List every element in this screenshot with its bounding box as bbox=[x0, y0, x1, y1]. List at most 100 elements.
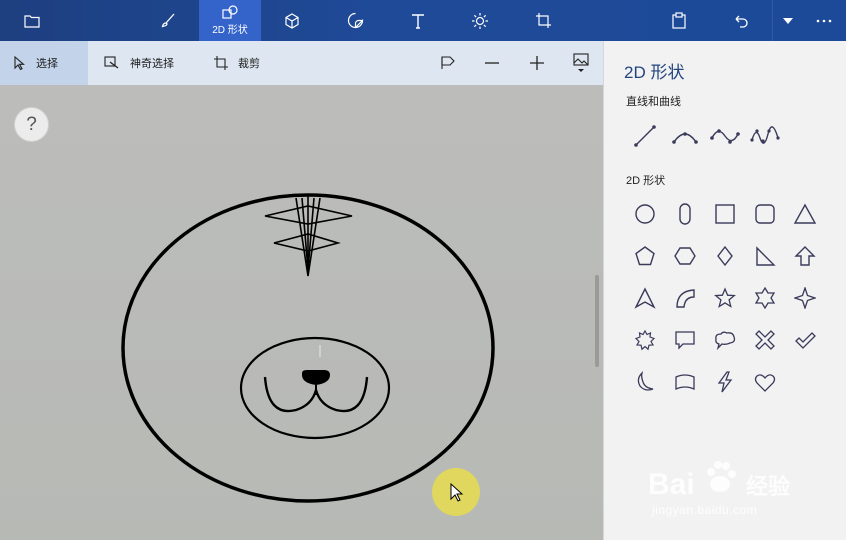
nose bbox=[302, 370, 330, 385]
burst-tool[interactable] bbox=[630, 325, 660, 355]
hexagon-tool[interactable] bbox=[670, 241, 700, 271]
banner-icon bbox=[675, 374, 695, 390]
2d-shapes-icon bbox=[222, 5, 238, 19]
forehead-stripes bbox=[264, 195, 353, 277]
folder-icon bbox=[24, 14, 40, 28]
cross-tool[interactable] bbox=[750, 325, 780, 355]
crop-label: 裁剪 bbox=[238, 58, 260, 70]
square-tool[interactable] bbox=[710, 199, 740, 229]
zoom-in-button[interactable] bbox=[515, 41, 559, 85]
drawing-canvas[interactable]: ? bbox=[0, 85, 603, 540]
s-curve-icon bbox=[710, 129, 740, 144]
top-toolbar: 2D 形状 bbox=[0, 0, 846, 41]
undo-button[interactable] bbox=[719, 0, 763, 41]
menu-button[interactable] bbox=[10, 0, 54, 41]
crop-button[interactable]: 裁剪 bbox=[200, 41, 280, 85]
check-icon bbox=[795, 332, 816, 349]
text-tab[interactable] bbox=[396, 0, 440, 41]
curve-icon bbox=[672, 132, 698, 144]
shapes-section-title: 2D 形状 bbox=[626, 175, 666, 187]
paste-3d-button[interactable] bbox=[657, 0, 701, 41]
3d-shapes-tab[interactable] bbox=[270, 0, 314, 41]
circle-icon bbox=[635, 204, 655, 224]
check-tool[interactable] bbox=[790, 325, 820, 355]
select-label: 选择 bbox=[36, 58, 58, 70]
diamond-tool[interactable] bbox=[710, 241, 740, 271]
canvas-tab[interactable] bbox=[521, 0, 565, 41]
svg-text:Bai: Bai bbox=[648, 468, 695, 501]
line-tool[interactable] bbox=[630, 121, 660, 151]
plus-icon bbox=[530, 56, 544, 70]
flag-button[interactable] bbox=[426, 41, 470, 85]
triangle-tool[interactable] bbox=[790, 199, 820, 229]
star-5-icon bbox=[714, 287, 736, 308]
star-4-tool[interactable] bbox=[790, 283, 820, 313]
diamond-icon bbox=[717, 245, 733, 267]
heart-tool[interactable] bbox=[750, 367, 780, 397]
curve-tool[interactable] bbox=[670, 121, 700, 151]
undo-icon bbox=[735, 15, 748, 28]
line-icon bbox=[634, 125, 656, 147]
sun-icon bbox=[472, 12, 488, 29]
selection-toolbar: 选择 神奇选择 裁剪 bbox=[0, 41, 603, 85]
banner-tool[interactable] bbox=[670, 367, 700, 397]
lightning-tool[interactable] bbox=[710, 367, 740, 397]
arrowhead-icon bbox=[634, 287, 656, 309]
arrow-up-tool[interactable] bbox=[790, 241, 820, 271]
lines-section-title: 直线和曲线 bbox=[626, 96, 681, 108]
vertical-scrollbar[interactable] bbox=[595, 275, 599, 367]
burst-icon bbox=[634, 329, 656, 351]
hexagon-icon bbox=[674, 247, 696, 265]
heart-icon bbox=[754, 374, 776, 392]
capsule-icon bbox=[679, 203, 691, 225]
star-5-tool[interactable] bbox=[710, 283, 740, 313]
stickers-tab[interactable] bbox=[333, 0, 377, 41]
more-button[interactable] bbox=[804, 0, 844, 41]
svg-text:经验: 经验 bbox=[746, 474, 790, 500]
square-icon bbox=[715, 204, 735, 224]
watermark-url: jingyan.baidu.com bbox=[652, 503, 758, 517]
speech-cloud-icon bbox=[715, 331, 736, 351]
pentagon-tool[interactable] bbox=[630, 241, 660, 271]
drawing bbox=[121, 193, 495, 503]
s-curve-tool[interactable] bbox=[710, 121, 740, 151]
right-triangle-tool[interactable] bbox=[750, 241, 780, 271]
brushes-tab[interactable] bbox=[146, 0, 190, 41]
magic-select-label: 神奇选择 bbox=[130, 58, 174, 70]
sticker-icon bbox=[347, 12, 363, 29]
moon-tool[interactable] bbox=[630, 367, 660, 397]
rounded-square-tool[interactable] bbox=[750, 199, 780, 229]
select-button[interactable]: 选择 bbox=[0, 41, 88, 85]
quarter-circle-icon bbox=[676, 289, 695, 308]
zoom-out-button[interactable] bbox=[470, 41, 514, 85]
pointer-icon bbox=[14, 56, 25, 70]
rounded-square-icon bbox=[755, 204, 775, 224]
star-6-icon bbox=[754, 287, 776, 309]
circle-tool[interactable] bbox=[630, 199, 660, 229]
mouse-cursor-icon bbox=[450, 483, 464, 502]
pentagon-icon bbox=[635, 246, 655, 266]
history-dropdown[interactable] bbox=[772, 0, 802, 41]
crop-canvas-icon bbox=[535, 13, 551, 28]
quarter-circle-tool[interactable] bbox=[670, 283, 700, 313]
star-4-icon bbox=[794, 287, 816, 309]
magic-select-button[interactable]: 神奇选择 bbox=[90, 41, 198, 85]
triangle-icon bbox=[793, 203, 817, 224]
effects-tab[interactable] bbox=[458, 0, 502, 41]
moon-icon bbox=[637, 371, 654, 391]
lightning-icon bbox=[717, 371, 733, 393]
wave-curve-tool[interactable] bbox=[750, 121, 780, 151]
speech-rect-tool[interactable] bbox=[670, 325, 700, 355]
image-menu-button[interactable] bbox=[559, 41, 603, 85]
panel-title: 2D 形状 bbox=[624, 63, 685, 82]
capsule-tool[interactable] bbox=[670, 199, 700, 229]
crop-icon bbox=[214, 56, 228, 70]
chevron-down-icon bbox=[782, 17, 793, 24]
speech-rect-icon bbox=[675, 331, 695, 350]
arrowhead-tool[interactable] bbox=[630, 283, 660, 313]
speech-cloud-tool[interactable] bbox=[710, 325, 740, 355]
minus-icon bbox=[485, 62, 499, 64]
2d-shapes-tab[interactable]: 2D 形状 bbox=[199, 0, 261, 41]
star-6-tool[interactable] bbox=[750, 283, 780, 313]
arrow-up-icon bbox=[794, 246, 816, 266]
